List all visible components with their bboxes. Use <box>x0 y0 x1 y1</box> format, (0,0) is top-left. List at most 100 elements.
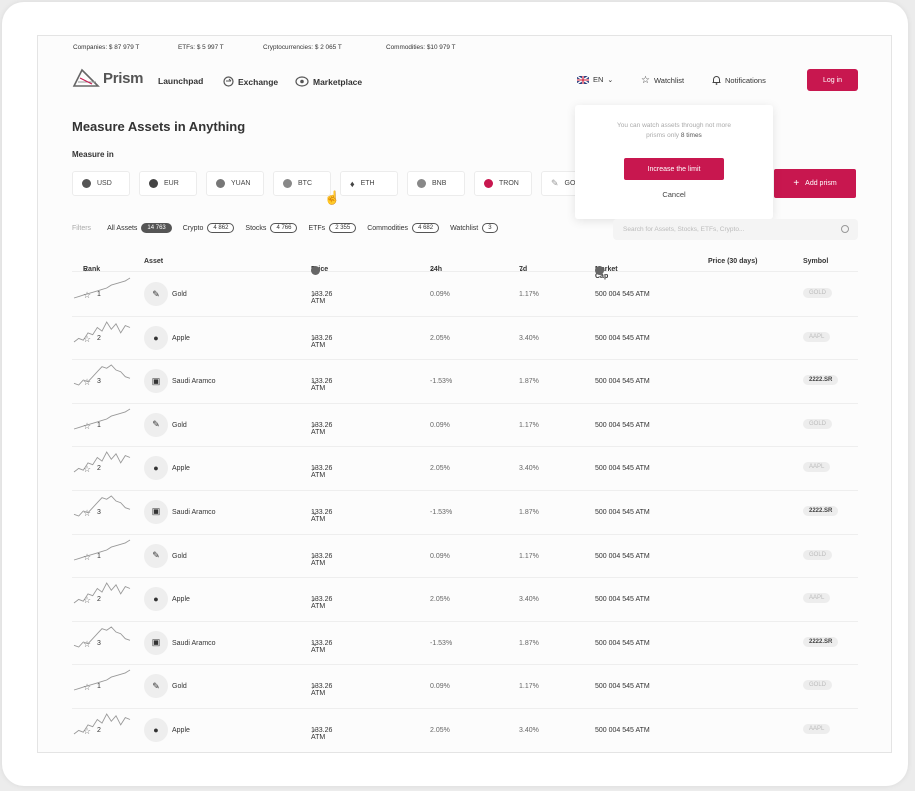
table-row[interactable]: ☆ 2 ● Apple ↗ 133.26 ATM 2.05% 3.40% 500 004 54… <box>72 317 858 361</box>
asset-logo-icon: ▣ <box>144 369 168 394</box>
row-symbol-badge: AAPL <box>803 593 831 604</box>
row-asset-name[interactable]: Gold <box>172 422 187 429</box>
cancel-button[interactable]: Cancel <box>575 190 773 199</box>
table-row[interactable]: ☆ 3 ▣ Saudi Aramco ↘ 133.26 ATM -1.53% 1.87% 50… <box>72 360 858 404</box>
row-asset-name[interactable]: Apple <box>172 596 190 603</box>
watch-star-icon[interactable]: ☆ <box>83 334 91 345</box>
search-input[interactable]: Search for Assets, Stocks, ETFs, Crypto.… <box>613 219 858 240</box>
row-change-24h: 0.09% <box>430 421 450 429</box>
row-asset-name[interactable]: Saudi Aramco <box>172 509 216 516</box>
watch-star-icon[interactable]: ☆ <box>83 595 91 606</box>
row-rank: 1 <box>97 421 101 429</box>
table-row[interactable]: ☆ 2 ● Apple ↗ 133.26 ATM 2.05% 3.40% 500 004 54… <box>72 709 858 752</box>
price-sparkline <box>73 539 131 560</box>
star-icon: ☆ <box>641 75 650 86</box>
nav-exchange[interactable]: Exchange <box>223 76 278 87</box>
filter-etfs[interactable]: ETFs 2 355 <box>308 223 357 233</box>
price-sparkline <box>73 451 131 473</box>
nav-marketplace[interactable]: Marketplace <box>295 76 362 87</box>
price-sparkline <box>73 669 131 691</box>
table-row[interactable]: ☆ 1 ✎ Gold ↗ 133.26 ATM 0.09% 1.17% 500 004 545… <box>72 665 858 709</box>
row-change-7d: 3.40% <box>519 465 539 473</box>
row-market-cap: 500 004 545 ATM <box>595 683 650 691</box>
row-asset-name[interactable]: Apple <box>172 465 190 472</box>
row-change-7d: 3.40% <box>519 726 539 734</box>
watchlist-label: Watchlist <box>653 76 685 85</box>
row-change-7d: 1.87% <box>519 508 539 516</box>
header-asset[interactable]: Asset <box>144 258 163 265</box>
watch-star-icon[interactable]: ☆ <box>83 726 91 737</box>
row-symbol-badge: GOLD <box>803 680 833 691</box>
chip-btc[interactable]: BTC <box>273 171 331 196</box>
chip-tron[interactable]: TRON <box>474 171 532 196</box>
filter-crypto[interactable]: Crypto 4 862 <box>183 223 235 233</box>
row-asset-name[interactable]: Gold <box>172 553 187 560</box>
row-asset-name[interactable]: Saudi Aramco <box>172 378 216 385</box>
table-row[interactable]: ☆ 2 ● Apple ↗ 133.26 ATM 2.05% 3.40% 500 004 54… <box>72 578 858 622</box>
filter-commodities[interactable]: Commodities 4 682 <box>367 223 440 233</box>
table-row[interactable]: ☆ 1 ✎ Gold ↗ 133.26 ATM 0.09% 1.17% 500 004 545… <box>72 535 858 579</box>
asset-logo-icon: ▣ <box>144 499 168 524</box>
add-prism-button[interactable]: + Add prism <box>774 169 856 198</box>
increase-limit-button[interactable]: Increase the limit <box>624 158 724 180</box>
chip-eth[interactable]: ♦ ETH <box>340 171 398 196</box>
row-change-24h: 2.05% <box>430 596 450 604</box>
asset-table-body: ☆ 1 ✎ Gold ↗ 133.26 ATM 0.09% 1.17% 500 004 545… <box>72 273 858 752</box>
row-change-24h: 0.09% <box>430 552 450 560</box>
asset-logo-icon: ✎ <box>144 674 168 699</box>
table-row[interactable]: ☆ 1 ✎ Gold ↗ 133.26 ATM 0.09% 1.17% 500 004 545… <box>72 404 858 448</box>
row-symbol-badge: 2222.SR <box>803 636 839 647</box>
notifications-label: Notifications <box>725 75 766 85</box>
watch-star-icon[interactable]: ☆ <box>83 421 91 432</box>
chip-usd[interactable]: USD <box>72 171 130 196</box>
row-rank: 3 <box>97 508 101 516</box>
row-asset-name[interactable]: Gold <box>172 291 187 298</box>
filter-stocks[interactable]: Stocks 4 766 <box>245 223 298 233</box>
row-symbol-badge: 2222.SR <box>803 375 839 386</box>
logo[interactable]: Prism <box>72 68 144 88</box>
price-sparkline <box>73 582 131 604</box>
watch-star-icon[interactable]: ☆ <box>83 682 91 693</box>
watch-star-icon[interactable]: ☆ <box>83 552 91 563</box>
watch-star-icon[interactable]: ☆ <box>83 639 91 650</box>
row-asset-name[interactable]: Apple <box>172 727 190 734</box>
row-rank: 3 <box>97 639 101 647</box>
table-row[interactable]: ☆ 3 ▣ Saudi Aramco ↘ 133.26 ATM -1.53% 1.87% 50… <box>72 491 858 535</box>
row-market-cap: 500 004 545 ATM <box>595 291 650 298</box>
watch-star-icon[interactable]: ☆ <box>83 508 91 519</box>
filter-all-assets[interactable]: All Assets 14 763 <box>107 223 172 233</box>
table-row[interactable]: ☆ 1 ✎ Gold ↗ 133.26 ATM 0.09% 1.17% 500 004 545… <box>72 273 858 317</box>
row-change-7d: 1.17% <box>519 683 539 691</box>
market-ticker: Companies: $ 87 979 T ETFs: $ 5 997 T Cr… <box>73 44 456 56</box>
watch-star-icon[interactable]: ☆ <box>83 290 91 301</box>
chip-label: GO <box>564 180 576 187</box>
chip-eur[interactable]: EUR <box>139 171 197 196</box>
price-sparkline <box>73 626 131 648</box>
table-row[interactable]: ☆ 2 ● Apple ↗ 133.26 ATM 2.05% 3.40% 500 004 54… <box>72 447 858 491</box>
row-rank: 2 <box>97 465 101 473</box>
nav-watchlist[interactable]: ☆ Watchlist <box>641 75 684 86</box>
filter-count: 4 682 <box>412 223 440 233</box>
nav-launchpad[interactable]: Launchpad <box>158 76 203 86</box>
filter-label: All Assets <box>107 224 138 232</box>
row-asset-name[interactable]: Apple <box>172 335 190 342</box>
table-row[interactable]: ☆ 3 ▣ Saudi Aramco ↘ 133.26 ATM -1.53% 1.87% 50… <box>72 622 858 666</box>
login-button[interactable]: Log in <box>807 69 858 91</box>
nav-notifications[interactable]: Notifications <box>712 75 766 85</box>
nav-launchpad-label: Launchpad <box>158 76 204 86</box>
chip-yuan[interactable]: YUAN <box>206 171 264 196</box>
asset-logo-icon: ✎ <box>144 543 168 568</box>
watch-star-icon[interactable]: ☆ <box>83 377 91 388</box>
filter-label: Stocks <box>245 224 267 232</box>
usd-icon <box>82 179 91 188</box>
filter-label: ETFs <box>308 224 326 232</box>
language-selector[interactable]: EN ⌄ <box>577 75 613 84</box>
row-asset-name[interactable]: Gold <box>172 683 187 690</box>
row-rank: 2 <box>97 726 101 734</box>
chip-bnb[interactable]: BNB <box>407 171 465 196</box>
filter-watchlist[interactable]: Watchlist 3 <box>450 223 498 233</box>
bell-icon <box>712 76 721 85</box>
filter-count: 4 862 <box>207 223 235 233</box>
watch-star-icon[interactable]: ☆ <box>83 464 91 475</box>
row-asset-name[interactable]: Saudi Aramco <box>172 640 216 647</box>
